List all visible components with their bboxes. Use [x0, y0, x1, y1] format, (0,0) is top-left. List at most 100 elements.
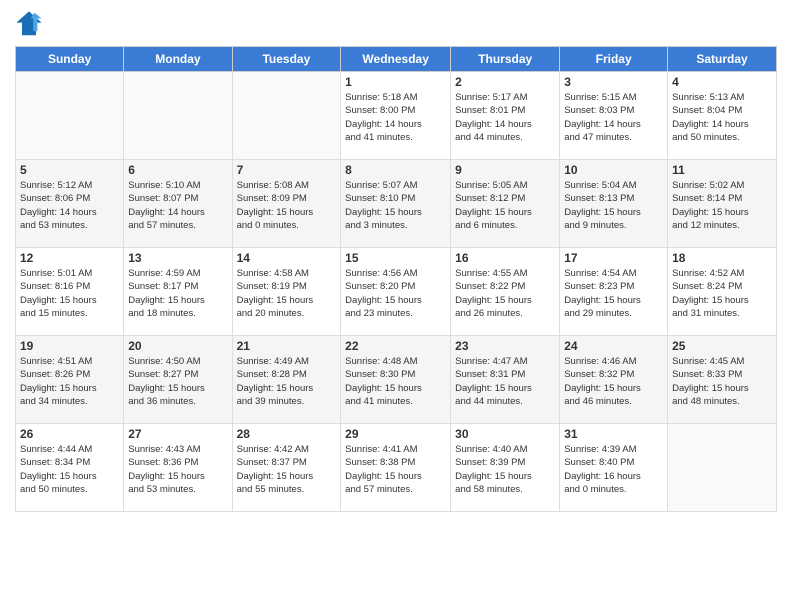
day-info-line: Daylight: 15 hours — [20, 294, 119, 307]
day-info-line: Sunset: 8:38 PM — [345, 456, 446, 469]
day-info-line: and 53 minutes. — [128, 483, 227, 496]
day-info-line: Sunrise: 5:13 AM — [672, 91, 772, 104]
day-info-line: and 46 minutes. — [564, 395, 663, 408]
day-info-line: Sunset: 8:39 PM — [455, 456, 555, 469]
day-info-line: and 41 minutes. — [345, 395, 446, 408]
day-info-line: Daylight: 15 hours — [345, 206, 446, 219]
day-info-line: Sunrise: 5:01 AM — [20, 267, 119, 280]
day-info-line: Daylight: 15 hours — [564, 382, 663, 395]
day-cell-26: 26Sunrise: 4:44 AMSunset: 8:34 PMDayligh… — [16, 424, 124, 512]
day-info-line: and 9 minutes. — [564, 219, 663, 232]
day-info-line: Daylight: 15 hours — [128, 470, 227, 483]
day-number: 24 — [564, 339, 663, 353]
day-header-sunday: Sunday — [16, 47, 124, 72]
day-info-line: Sunrise: 4:42 AM — [237, 443, 337, 456]
day-cell-25: 25Sunrise: 4:45 AMSunset: 8:33 PMDayligh… — [668, 336, 777, 424]
day-cell-7: 7Sunrise: 5:08 AMSunset: 8:09 PMDaylight… — [232, 160, 341, 248]
day-info-line: Daylight: 15 hours — [672, 206, 772, 219]
day-number: 16 — [455, 251, 555, 265]
day-info-line: and 50 minutes. — [20, 483, 119, 496]
day-number: 13 — [128, 251, 227, 265]
day-number: 28 — [237, 427, 337, 441]
day-info-line: Sunrise: 5:15 AM — [564, 91, 663, 104]
day-cell-31: 31Sunrise: 4:39 AMSunset: 8:40 PMDayligh… — [560, 424, 668, 512]
day-cell-13: 13Sunrise: 4:59 AMSunset: 8:17 PMDayligh… — [124, 248, 232, 336]
day-info-line: Daylight: 14 hours — [20, 206, 119, 219]
day-info-line: Daylight: 15 hours — [672, 382, 772, 395]
day-number: 27 — [128, 427, 227, 441]
day-info-line: Sunset: 8:03 PM — [564, 104, 663, 117]
day-cell-14: 14Sunrise: 4:58 AMSunset: 8:19 PMDayligh… — [232, 248, 341, 336]
day-number: 2 — [455, 75, 555, 89]
empty-cell — [232, 72, 341, 160]
day-info-line: Sunset: 8:19 PM — [237, 280, 337, 293]
day-info-line: and 57 minutes. — [128, 219, 227, 232]
day-info-line: Sunrise: 5:02 AM — [672, 179, 772, 192]
day-info-line: Sunset: 8:10 PM — [345, 192, 446, 205]
empty-cell — [124, 72, 232, 160]
day-info-line: Sunset: 8:13 PM — [564, 192, 663, 205]
day-cell-15: 15Sunrise: 4:56 AMSunset: 8:20 PMDayligh… — [341, 248, 451, 336]
day-cell-12: 12 Sunrise: 5:01 AMSunset: 8:16 PMDayligh… — [16, 248, 124, 336]
day-number: 12 — [20, 251, 119, 265]
day-info-line: Sunset: 8:12 PM — [455, 192, 555, 205]
day-info-line: and 26 minutes. — [455, 307, 555, 320]
day-cell-9: 9Sunrise: 5:05 AMSunset: 8:12 PMDaylight… — [451, 160, 560, 248]
logo-icon — [15, 10, 43, 38]
day-info-line: Sunset: 8:07 PM — [128, 192, 227, 205]
day-info-line: Sunrise: 4:48 AM — [345, 355, 446, 368]
day-info-line: and 29 minutes. — [564, 307, 663, 320]
day-number: 9 — [455, 163, 555, 177]
day-cell-22: 22Sunrise: 4:48 AMSunset: 8:30 PMDayligh… — [341, 336, 451, 424]
day-header-tuesday: Tuesday — [232, 47, 341, 72]
day-header-friday: Friday — [560, 47, 668, 72]
day-info-line: Sunrise: 4:40 AM — [455, 443, 555, 456]
day-number: 10 — [564, 163, 663, 177]
day-info-line: Sunset: 8:34 PM — [20, 456, 119, 469]
day-number: 19 — [20, 339, 119, 353]
day-cell-16: 16Sunrise: 4:55 AMSunset: 8:22 PMDayligh… — [451, 248, 560, 336]
day-info-line: Sunset: 8:24 PM — [672, 280, 772, 293]
calendar: SundayMondayTuesdayWednesdayThursdayFrid… — [15, 46, 777, 512]
day-header-monday: Monday — [124, 47, 232, 72]
day-info-line: and 18 minutes. — [128, 307, 227, 320]
day-cell-4: 4Sunrise: 5:13 AMSunset: 8:04 PMDaylight… — [668, 72, 777, 160]
day-info-line: and 36 minutes. — [128, 395, 227, 408]
day-number: 15 — [345, 251, 446, 265]
day-cell-21: 21Sunrise: 4:49 AMSunset: 8:28 PMDayligh… — [232, 336, 341, 424]
day-cell-23: 23Sunrise: 4:47 AMSunset: 8:31 PMDayligh… — [451, 336, 560, 424]
day-info-line: and 39 minutes. — [237, 395, 337, 408]
day-info-line: and 6 minutes. — [455, 219, 555, 232]
day-info-line: Daylight: 16 hours — [564, 470, 663, 483]
day-info-line: Daylight: 14 hours — [455, 118, 555, 131]
day-number: 6 — [128, 163, 227, 177]
day-cell-20: 20Sunrise: 4:50 AMSunset: 8:27 PMDayligh… — [124, 336, 232, 424]
day-info-line: and 20 minutes. — [237, 307, 337, 320]
day-info-line: Daylight: 15 hours — [455, 470, 555, 483]
day-info-line: Sunset: 8:36 PM — [128, 456, 227, 469]
day-info-line: Sunset: 8:16 PM — [20, 280, 119, 293]
day-number: 21 — [237, 339, 337, 353]
day-number: 3 — [564, 75, 663, 89]
day-info-line: Sunrise: 5:18 AM — [345, 91, 446, 104]
day-cell-27: 27Sunrise: 4:43 AMSunset: 8:36 PMDayligh… — [124, 424, 232, 512]
day-info-line: Sunrise: 4:54 AM — [564, 267, 663, 280]
day-number: 5 — [20, 163, 119, 177]
day-info-line: Sunset: 8:33 PM — [672, 368, 772, 381]
day-info-line: Sunset: 8:23 PM — [564, 280, 663, 293]
day-info-line: and 44 minutes. — [455, 131, 555, 144]
day-info-line: Sunset: 8:27 PM — [128, 368, 227, 381]
day-info-line: and 44 minutes. — [455, 395, 555, 408]
day-info-line: Sunset: 8:31 PM — [455, 368, 555, 381]
day-info-line: Sunset: 8:28 PM — [237, 368, 337, 381]
day-info-line: and 58 minutes. — [455, 483, 555, 496]
day-info-line: Daylight: 15 hours — [20, 470, 119, 483]
day-cell-3: 3Sunrise: 5:15 AMSunset: 8:03 PMDaylight… — [560, 72, 668, 160]
day-info-line: Daylight: 15 hours — [237, 206, 337, 219]
day-info-line: and 0 minutes. — [564, 483, 663, 496]
day-cell-24: 24Sunrise: 4:46 AMSunset: 8:32 PMDayligh… — [560, 336, 668, 424]
day-info-line: and 3 minutes. — [345, 219, 446, 232]
day-info-line: Sunrise: 4:47 AM — [455, 355, 555, 368]
day-cell-30: 30Sunrise: 4:40 AMSunset: 8:39 PMDayligh… — [451, 424, 560, 512]
day-info-line: Daylight: 15 hours — [564, 294, 663, 307]
